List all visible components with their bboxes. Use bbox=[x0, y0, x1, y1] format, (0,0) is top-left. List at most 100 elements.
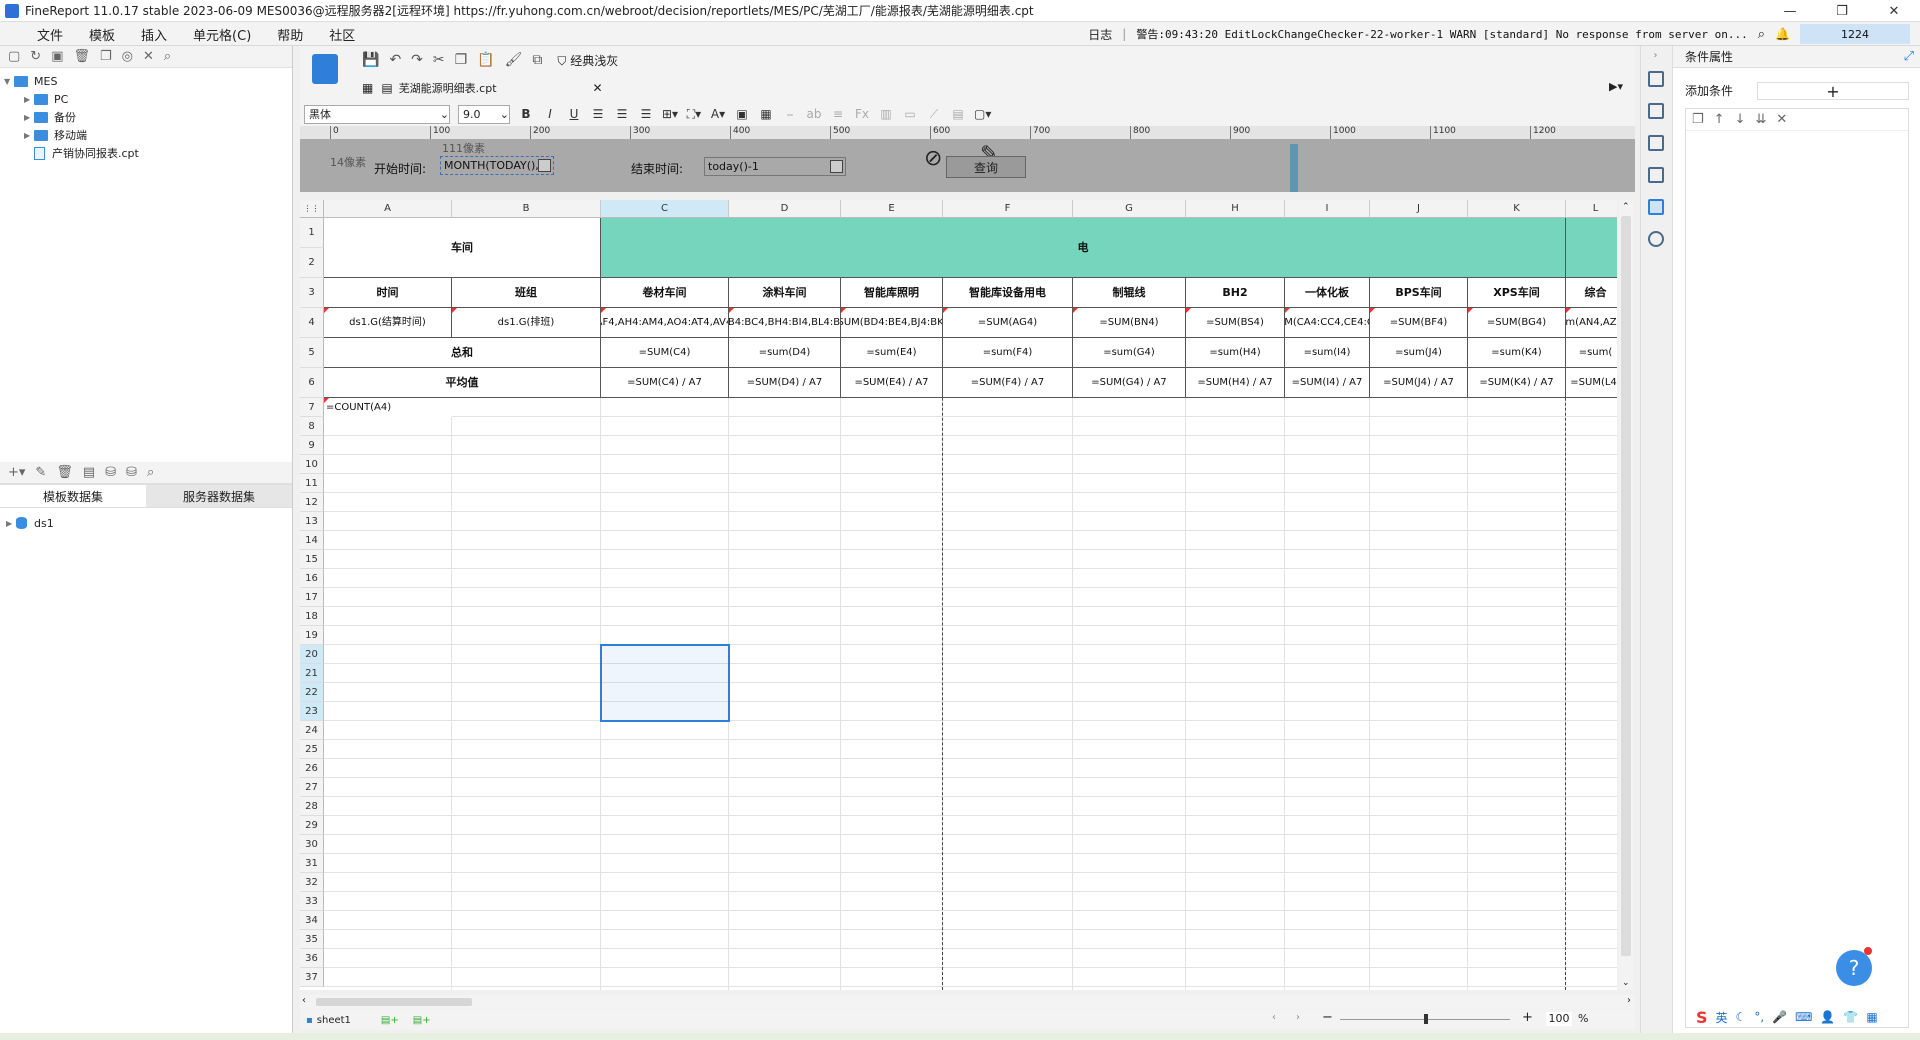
prev-page-icon[interactable]: ‹ bbox=[1272, 1012, 1276, 1023]
column-header-g[interactable]: G bbox=[1073, 200, 1186, 218]
dataset-item-ds1[interactable]: ▶ ds1 bbox=[0, 514, 292, 532]
copy-icon[interactable]: ❐ bbox=[1692, 112, 1704, 127]
formula-icon[interactable]: Fx bbox=[854, 107, 870, 121]
tree-item-mes[interactable]: ▼ MES bbox=[0, 72, 292, 90]
menu-cell[interactable]: 单元格(C) bbox=[180, 25, 264, 44]
hidden-eye-icon[interactable]: ⊘ bbox=[924, 146, 942, 171]
row-header-29[interactable]: 29 bbox=[300, 816, 324, 835]
cell-a6[interactable]: 平均值 bbox=[324, 368, 601, 398]
calendar-icon[interactable] bbox=[538, 159, 551, 172]
cell-g4[interactable]: =SUM(BN4) bbox=[1073, 308, 1186, 338]
move-up-icon[interactable]: ↑ bbox=[1714, 112, 1725, 127]
row-header-32[interactable]: 32 bbox=[300, 873, 324, 892]
cell-j4[interactable]: =SUM(BF4) bbox=[1370, 308, 1468, 338]
bold-button[interactable]: B bbox=[518, 107, 534, 121]
scroll-down-icon[interactable]: ⌄ bbox=[1622, 978, 1630, 988]
cell-i3[interactable]: 一体化板 bbox=[1285, 278, 1370, 308]
move-down-icon[interactable]: ↓ bbox=[1735, 112, 1746, 127]
collapsed-triangle-icon[interactable]: ▶ bbox=[6, 519, 16, 528]
ime-language-toggle[interactable]: 英 bbox=[1716, 1009, 1728, 1026]
cell-l6[interactable]: =SUM(L4) bbox=[1566, 368, 1617, 398]
cell-j3[interactable]: BPS车间 bbox=[1370, 278, 1468, 308]
format-painter-icon[interactable]: 🖌 bbox=[505, 52, 523, 68]
menu-help[interactable]: 帮助 bbox=[264, 25, 316, 44]
widget-setting-icon[interactable] bbox=[1647, 167, 1664, 183]
expanded-triangle-icon[interactable]: ▼ bbox=[4, 77, 14, 86]
next-page-icon[interactable]: › bbox=[1296, 1012, 1300, 1023]
grid-view-icon[interactable]: ▦ bbox=[362, 81, 373, 95]
list-icon[interactable]: ≡ bbox=[830, 107, 846, 121]
menu-community[interactable]: 社区 bbox=[316, 25, 368, 44]
row-header-14[interactable]: 14 bbox=[300, 531, 324, 550]
user-icon[interactable]: 👤 bbox=[1820, 1010, 1835, 1024]
cell-element-icon[interactable] bbox=[1647, 71, 1664, 87]
cell-a3[interactable]: 时间 bbox=[324, 278, 452, 308]
cell-attribute-icon[interactable] bbox=[1647, 103, 1664, 119]
row-header-28[interactable]: 28 bbox=[300, 797, 324, 816]
add-sheet-icon[interactable]: ▤+ bbox=[381, 1015, 399, 1026]
vertical-scroll-thumb[interactable] bbox=[1621, 216, 1631, 956]
column-header-k[interactable]: K bbox=[1468, 200, 1566, 218]
row-header-15[interactable]: 15 bbox=[300, 550, 324, 569]
row-header-2[interactable]: 2 bbox=[300, 248, 324, 278]
search-icon[interactable]: ⌕ bbox=[164, 49, 171, 64]
cell-h4[interactable]: =SUM(BS4) bbox=[1186, 308, 1285, 338]
cell-a4[interactable]: ds1.G(结算时间) bbox=[324, 308, 452, 338]
row-header-17[interactable]: 17 bbox=[300, 588, 324, 607]
vertical-scrollbar[interactable]: ⌃ ⌄ bbox=[1619, 200, 1633, 990]
row-header-37[interactable]: 37 bbox=[300, 968, 324, 987]
cell-f6[interactable]: =SUM(F4) / A7 bbox=[943, 368, 1073, 398]
add-poly-sheet-icon[interactable]: ▤+ bbox=[413, 1015, 431, 1026]
row-header-5[interactable]: 5 bbox=[300, 338, 324, 368]
cell-k6[interactable]: =SUM(K4) / A7 bbox=[1468, 368, 1566, 398]
tab-server-datasets[interactable]: 服务器数据集 bbox=[146, 485, 292, 507]
cell-l1[interactable] bbox=[1566, 218, 1617, 278]
float-element-icon[interactable] bbox=[1647, 135, 1664, 151]
sheet-menu-icon[interactable]: ▶▾ bbox=[1609, 80, 1623, 93]
collapsed-triangle-icon[interactable]: ▶ bbox=[24, 113, 34, 122]
search-icon[interactable]: ⌕ bbox=[147, 465, 154, 480]
cell-a5[interactable]: 总和 bbox=[324, 338, 601, 368]
pin-icon[interactable]: ⤢ bbox=[1904, 49, 1914, 64]
new-folder-icon[interactable]: ▢ bbox=[8, 49, 20, 64]
design-mode-button[interactable] bbox=[312, 54, 338, 84]
row-header-6[interactable]: 6 bbox=[300, 368, 324, 398]
cell-c3[interactable]: 卷材车间 bbox=[601, 278, 729, 308]
row-header-22[interactable]: 22 bbox=[300, 683, 324, 702]
lock-icon[interactable]: ▣ bbox=[51, 49, 63, 64]
cell-k4[interactable]: =SUM(BG4) bbox=[1468, 308, 1566, 338]
underline-button[interactable]: U bbox=[566, 107, 582, 121]
horizontal-scroll-thumb[interactable] bbox=[316, 998, 472, 1006]
condition-attribute-icon[interactable] bbox=[1647, 199, 1664, 215]
cell-d3[interactable]: 涂料车间 bbox=[729, 278, 841, 308]
delete-icon[interactable]: 🗑 bbox=[56, 465, 73, 480]
column-header-c[interactable]: C bbox=[601, 200, 729, 218]
cell-b3[interactable]: 班组 bbox=[452, 278, 601, 308]
row-header-36[interactable]: 36 bbox=[300, 949, 324, 968]
row-header-33[interactable]: 33 bbox=[300, 892, 324, 911]
row-header-19[interactable]: 19 bbox=[300, 626, 324, 645]
chart-icon[interactable]: ▥ bbox=[878, 107, 894, 121]
cell-selection[interactable] bbox=[600, 644, 730, 722]
cell-d6[interactable]: =SUM(D4) / A7 bbox=[729, 368, 841, 398]
zoom-value[interactable]: 100 bbox=[1546, 1012, 1572, 1026]
scroll-right-icon[interactable]: › bbox=[1627, 995, 1631, 1006]
row-header-20[interactable]: 20 bbox=[300, 645, 324, 664]
cell-b4[interactable]: ds1.G(排班) bbox=[452, 308, 601, 338]
row-header-35[interactable]: 35 bbox=[300, 930, 324, 949]
table-icon[interactable]: ▦ bbox=[758, 107, 774, 121]
font-family-select[interactable]: 黑体 ⌄ bbox=[304, 104, 450, 124]
sort-icon[interactable]: ⇊ bbox=[1755, 112, 1766, 127]
expand-panel-icon[interactable]: › bbox=[1641, 50, 1670, 61]
row-header-24[interactable]: 24 bbox=[300, 721, 324, 740]
tree-item-backup[interactable]: ▶ 备份 bbox=[0, 108, 292, 126]
cell-h3[interactable]: BH2 bbox=[1186, 278, 1285, 308]
cell-d5[interactable]: =sum(D4) bbox=[729, 338, 841, 368]
column-header-f[interactable]: F bbox=[943, 200, 1073, 218]
minimize-button[interactable]: — bbox=[1764, 0, 1816, 22]
column-header-l[interactable]: L bbox=[1566, 200, 1617, 218]
cell-k3[interactable]: XPS车间 bbox=[1468, 278, 1566, 308]
edit-icon[interactable]: ✎ bbox=[35, 465, 46, 480]
zoom-out-icon[interactable]: − bbox=[1322, 1010, 1333, 1025]
notification-bell-icon[interactable]: 🔔 bbox=[1775, 27, 1790, 41]
